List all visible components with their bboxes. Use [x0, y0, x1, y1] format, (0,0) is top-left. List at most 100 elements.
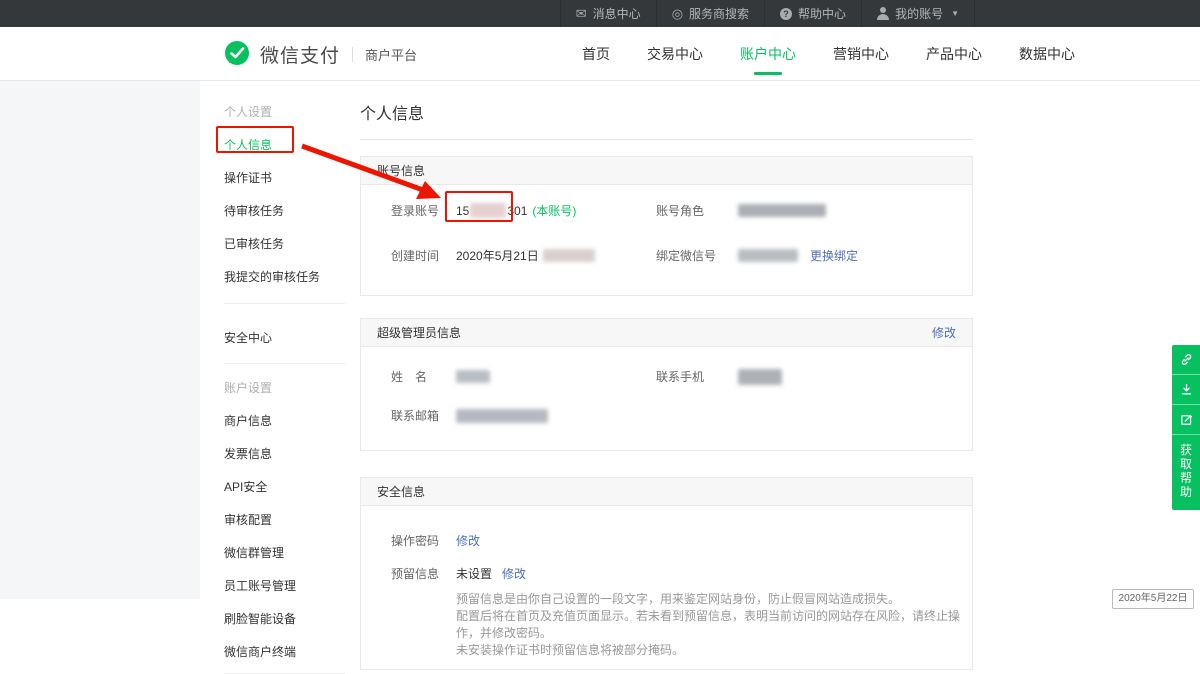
search-icon: ◎ [672, 7, 683, 20]
security-info-title: 安全信息 [377, 483, 425, 500]
topbar-message-center[interactable]: ✉ 消息中心 [560, 0, 656, 27]
sidebar-item-wechat-group-mgmt[interactable]: 微信群管理 [200, 544, 345, 561]
redacted-value [456, 370, 490, 383]
sidebar-item-face-smart-device[interactable]: 刷脸智能设备 [200, 610, 345, 627]
topbar-help-center[interactable]: ? 帮助中心 [764, 0, 861, 27]
current-account-note: (本账号) [532, 202, 576, 219]
date-tooltip: 2020年5月22日 [1112, 589, 1194, 609]
topbar-service-search-label: 服务商搜索 [689, 5, 749, 22]
sidebar-item-invoice-info[interactable]: 发票信息 [200, 445, 345, 462]
nav-product-center[interactable]: 产品中心 [926, 44, 982, 64]
description-line: 预留信息是由你自己设置的一段文字，用来鉴定网站身份，防止假冒网站造成损失。 [456, 591, 972, 608]
security-info-panel-body: 操作密码 修改 预留信息 未设置 修改 预留信息是由你自己设置的一段文字，用来鉴… [361, 506, 972, 669]
sidebar: 个人设置 个人信息 操作证书 待审核任务 已审核任务 我提交的审核任务 安全中心… [200, 81, 345, 599]
description-line: 配置后将在首页及充值页面显示。若未看到预留信息，表明当前访问的网站存在风险，请终… [456, 608, 972, 642]
sidebar-item-pending-review-tasks[interactable]: 待审核任务 [200, 202, 345, 219]
redacted-value [738, 249, 798, 262]
admin-name-label: 姓 名 [391, 368, 456, 385]
nav-data-center[interactable]: 数据中心 [1019, 44, 1075, 64]
title-divider [360, 139, 973, 140]
account-info-panel-header: 账号信息 [361, 157, 972, 185]
nav-marketing-center[interactable]: 营销中心 [833, 44, 889, 64]
nav-account-center-label: 账户中心 [740, 46, 796, 62]
op-password-modify-link[interactable]: 修改 [456, 532, 480, 549]
sidebar-item-staff-account-mgmt[interactable]: 员工账号管理 [200, 577, 345, 594]
sidebar-divider [224, 363, 345, 364]
topbar-menu: ✉ 消息中心 ◎ 服务商搜索 ? 帮助中心 我的账号 ▼ [560, 0, 975, 27]
topbar: ✉ 消息中心 ◎ 服务商搜索 ? 帮助中心 我的账号 ▼ [0, 0, 1200, 27]
description-line: 未安装操作证书时预留信息将被部分掩码。 [456, 642, 972, 659]
login-account-value: 15 301 (本账号) [456, 202, 576, 219]
get-help-button[interactable]: 获取帮助 [1172, 435, 1200, 510]
sidebar-item-operation-certificate[interactable]: 操作证书 [200, 169, 345, 186]
admin-info-panel-body: 姓 名 联系手机 联系邮箱 [361, 347, 972, 450]
page-title: 个人信息 [360, 100, 973, 124]
created-time-label: 创建时间 [391, 247, 456, 264]
bound-wechat-label: 绑定微信号 [656, 247, 738, 264]
download-icon [1179, 382, 1194, 397]
primary-nav: 首页 交易中心 账户中心 营销中心 产品中心 数据中心 [582, 27, 1075, 81]
redacted-value [543, 249, 595, 262]
site-header: 微信支付 商户平台 首页 交易中心 账户中心 营销中心 产品中心 数据中心 [0, 27, 1200, 81]
sidebar-divider [224, 303, 345, 304]
security-info-panel-header: 安全信息 [361, 478, 972, 506]
account-role-label: 账号角色 [656, 202, 738, 219]
topbar-message-center-label: 消息中心 [593, 5, 641, 22]
admin-modify-link[interactable]: 修改 [932, 324, 956, 341]
change-binding-link[interactable]: 更换绑定 [810, 247, 858, 264]
sidebar-item-wechat-merchant-terminal[interactable]: 微信商户终端 [200, 643, 345, 660]
redacted-value [738, 369, 782, 385]
reserved-info-status: 未设置 [456, 565, 492, 582]
sidebar-item-security-center[interactable]: 安全中心 [200, 329, 345, 346]
sidebar-group-account-settings: 账户设置 [200, 379, 345, 396]
account-info-title: 账号信息 [377, 162, 425, 179]
sidebar-item-personal-info[interactable]: 个人信息 [200, 136, 345, 153]
security-info-panel: 安全信息 操作密码 修改 预留信息 未设置 修改 预留信息是由你自己设置的一段文… [360, 477, 973, 670]
brand-portal-label: 商户平台 [365, 45, 417, 64]
topbar-help-center-label: 帮助中心 [798, 5, 846, 22]
account-info-panel-body: 登录账号 15 301 (本账号) 账号角色 创建时间 2020年5月21日 [361, 185, 972, 295]
login-account-label: 登录账号 [391, 202, 456, 219]
chevron-down-icon: ▼ [951, 9, 959, 18]
admin-info-title: 超级管理员信息 [377, 324, 461, 341]
topbar-my-account-label: 我的账号 [895, 5, 943, 22]
nav-transaction-center[interactable]: 交易中心 [647, 44, 703, 64]
topbar-service-search[interactable]: ◎ 服务商搜索 [656, 0, 764, 27]
active-tab-underline [754, 72, 782, 75]
page-left-gutter [0, 81, 200, 599]
feedback-button[interactable] [1172, 405, 1200, 435]
login-account-suffix: 301 [507, 204, 527, 218]
redacted-value [456, 409, 548, 423]
sidebar-item-review-config[interactable]: 审核配置 [200, 511, 345, 528]
reserved-info-modify-link[interactable]: 修改 [502, 565, 526, 582]
reserved-info-label: 预留信息 [391, 565, 456, 582]
nav-home[interactable]: 首页 [582, 44, 610, 64]
account-info-panel: 账号信息 登录账号 15 301 (本账号) 账号角色 创建时间 [360, 156, 973, 296]
admin-info-panel: 超级管理员信息 修改 姓 名 联系手机 联系邮箱 [360, 318, 973, 451]
admin-email-label: 联系邮箱 [391, 407, 456, 424]
redacted-value [738, 204, 826, 217]
wechat-pay-logo-icon [222, 39, 252, 69]
created-time-value: 2020年5月21日 [456, 247, 595, 264]
share-link-button[interactable] [1172, 345, 1200, 375]
brand-divider [352, 47, 353, 62]
download-button[interactable] [1172, 375, 1200, 405]
topbar-my-account[interactable]: 我的账号 ▼ [861, 0, 975, 27]
sidebar-item-api-security[interactable]: API安全 [200, 478, 345, 495]
sidebar-group-personal-settings: 个人设置 [200, 103, 345, 120]
created-time-text: 2020年5月21日 [456, 247, 539, 264]
login-account-prefix: 15 [456, 204, 469, 218]
nav-account-center[interactable]: 账户中心 [740, 44, 796, 64]
edit-icon [1179, 412, 1194, 427]
brand[interactable]: 微信支付 商户平台 [222, 27, 417, 81]
admin-info-panel-header: 超级管理员信息 修改 [361, 319, 972, 347]
sidebar-item-my-submitted-tasks[interactable]: 我提交的审核任务 [200, 268, 345, 285]
reserved-info-description: 预留信息是由你自己设置的一段文字，用来鉴定网站身份，防止假冒网站造成损失。 配置… [456, 591, 972, 659]
link-icon [1179, 352, 1194, 367]
op-password-label: 操作密码 [391, 532, 456, 549]
get-help-label: 获取帮助 [1180, 443, 1193, 499]
sidebar-item-reviewed-tasks[interactable]: 已审核任务 [200, 235, 345, 252]
brand-name: 微信支付 [260, 41, 340, 68]
sidebar-item-merchant-info[interactable]: 商户信息 [200, 412, 345, 429]
envelope-icon: ✉ [576, 7, 587, 20]
